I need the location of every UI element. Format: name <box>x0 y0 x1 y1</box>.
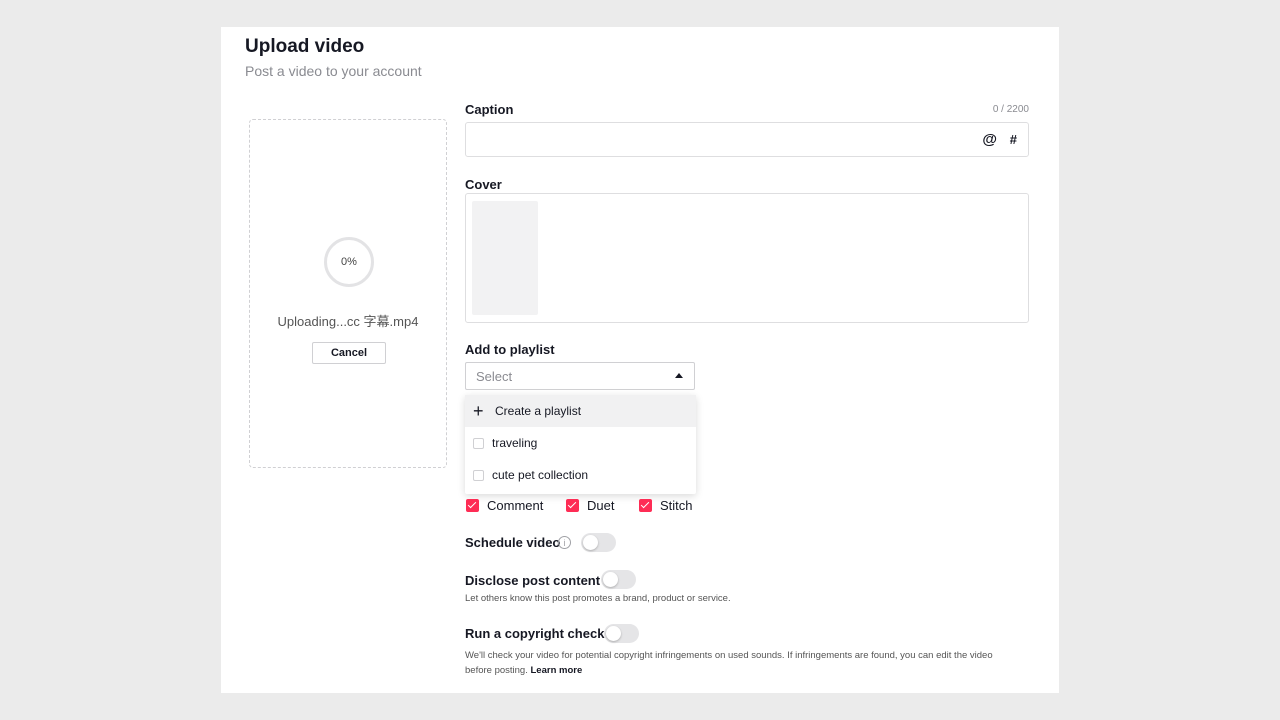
checkbox-checked-icon <box>466 499 479 512</box>
checkbox-checked-icon <box>639 499 652 512</box>
page-subtitle: Post a video to your account <box>245 63 422 79</box>
upload-file-name: Uploading...cc 字幕.mp4 <box>277 314 419 329</box>
caption-counter: 0 / 2200 <box>992 104 1029 115</box>
upload-panel: Upload video Post a video to your accoun… <box>221 27 1059 693</box>
playlist-option-checkbox[interactable] <box>473 438 484 449</box>
toggle-knob <box>603 572 618 587</box>
caret-up-icon <box>675 373 683 378</box>
disclose-post-content-toggle[interactable] <box>601 570 636 589</box>
toggle-knob <box>606 626 621 641</box>
schedule-video-toggle[interactable] <box>581 533 616 552</box>
checkbox-checked-icon <box>566 499 579 512</box>
upload-preview-area: 0% Uploading...cc 字幕.mp4 Cancel <box>249 119 447 468</box>
copyright-hint-line1: We'll check your video for potential cop… <box>465 650 993 661</box>
playlist-label: Add to playlist <box>465 342 555 357</box>
caption-field: @ # <box>465 122 1029 157</box>
learn-more-link[interactable]: Learn more <box>531 665 583 676</box>
copyright-check-toggle[interactable] <box>604 624 639 643</box>
playlist-option[interactable]: cute pet collection <box>465 459 696 491</box>
upload-progress-ring: 0% <box>324 237 374 287</box>
hashtag-icon[interactable]: # <box>1010 132 1017 147</box>
create-playlist-option[interactable]: + Create a playlist <box>465 395 696 427</box>
copyright-hint: We'll check your video for potential cop… <box>465 648 1025 678</box>
toggle-knob <box>583 535 598 550</box>
playlist-select-placeholder: Select <box>476 369 513 384</box>
disclose-hint: Let others know this post promotes a bra… <box>465 593 731 604</box>
cover-selector <box>465 193 1029 323</box>
playlist-option-checkbox[interactable] <box>473 470 484 481</box>
page-title: Upload video <box>245 36 365 57</box>
disclose-post-content-label: Disclose post content <box>465 573 601 588</box>
allow-duet-label: Duet <box>587 498 615 513</box>
info-icon[interactable]: i <box>558 536 571 549</box>
at-icon[interactable]: @ <box>982 131 997 148</box>
plus-icon: + <box>473 401 484 421</box>
copyright-hint-line2: before posting. <box>465 665 528 676</box>
create-playlist-label: Create a playlist <box>495 404 582 418</box>
upload-progress-label: 0% <box>341 256 357 268</box>
copyright-check-label: Run a copyright check <box>465 626 605 641</box>
playlist-option-label: traveling <box>492 436 538 450</box>
allow-comment-label: Comment <box>487 498 544 513</box>
cover-label: Cover <box>465 177 502 192</box>
caption-input[interactable] <box>466 123 966 156</box>
playlist-option-label: cute pet collection <box>492 468 589 482</box>
cover-thumbnail[interactable] <box>472 201 538 315</box>
playlist-dropdown: + Create a playlist traveling cute pet c… <box>465 395 696 494</box>
playlist-option[interactable]: traveling <box>465 427 696 459</box>
caption-label: Caption <box>465 102 514 117</box>
schedule-video-label: Schedule video <box>465 535 561 550</box>
cancel-upload-button[interactable]: Cancel <box>312 342 386 364</box>
playlist-select[interactable]: Select <box>465 362 695 390</box>
allow-stitch-label: Stitch <box>660 498 693 513</box>
